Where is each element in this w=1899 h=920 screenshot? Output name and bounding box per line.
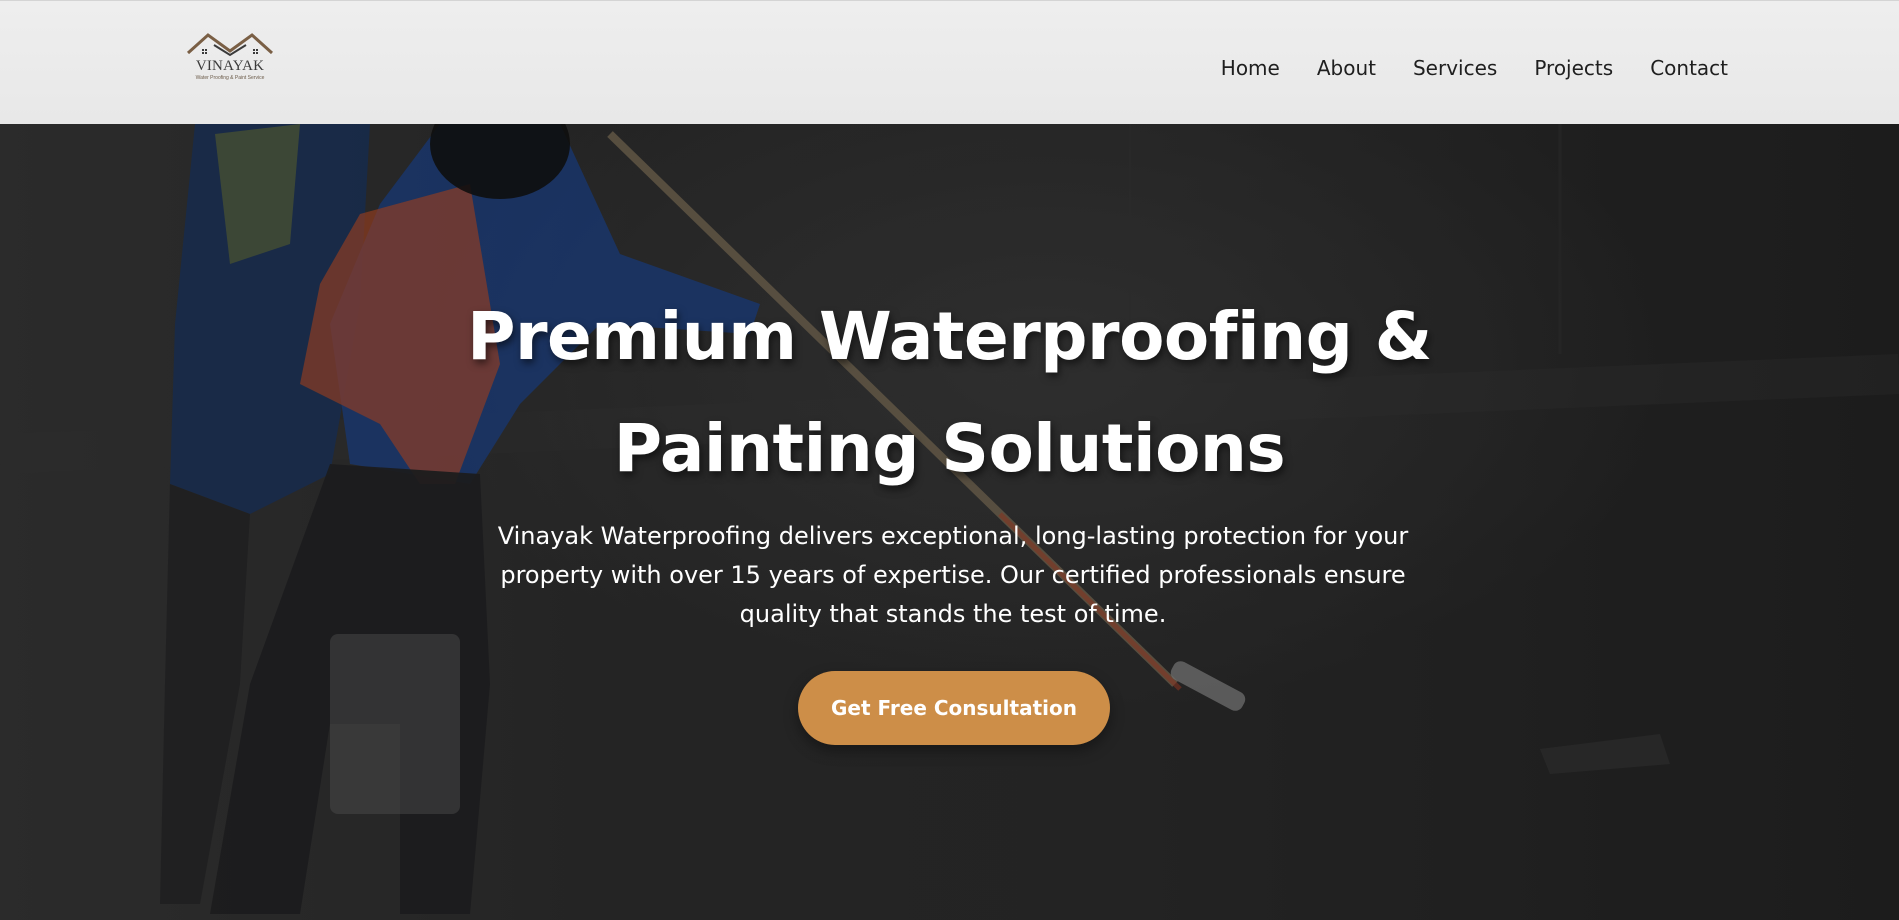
logo[interactable]: VINAYAK Water Proofing & Paint Service	[186, 31, 274, 89]
main-nav: Home About Services Projects Contact	[1221, 52, 1728, 84]
logo-name: VINAYAK	[195, 58, 265, 74]
hero-title-line1: Premium Waterproofing &	[467, 298, 1432, 375]
get-free-consultation-button[interactable]: Get Free Consultation	[798, 671, 1110, 745]
site-header: VINAYAK Water Proofing & Paint Service H…	[0, 0, 1899, 124]
hero-section: Premium Waterproofing & Painting Solutio…	[0, 124, 1899, 920]
page: VINAYAK Water Proofing & Paint Service H…	[0, 0, 1899, 920]
nav-services-link[interactable]: Services	[1413, 52, 1497, 84]
nav-about-link[interactable]: About	[1317, 52, 1376, 84]
house-roof-icon	[186, 33, 274, 57]
nav-contact-link[interactable]: Contact	[1650, 52, 1728, 84]
nav-home-link[interactable]: Home	[1221, 52, 1280, 84]
hero-title: Premium Waterproofing & Painting Solutio…	[0, 281, 1899, 505]
logo-tagline: Water Proofing & Paint Service	[195, 75, 265, 81]
hero-title-line2: Painting Solutions	[613, 410, 1286, 487]
nav-projects-link[interactable]: Projects	[1534, 52, 1613, 84]
hero-description: Vinayak Waterproofing delivers exception…	[497, 522, 1409, 628]
